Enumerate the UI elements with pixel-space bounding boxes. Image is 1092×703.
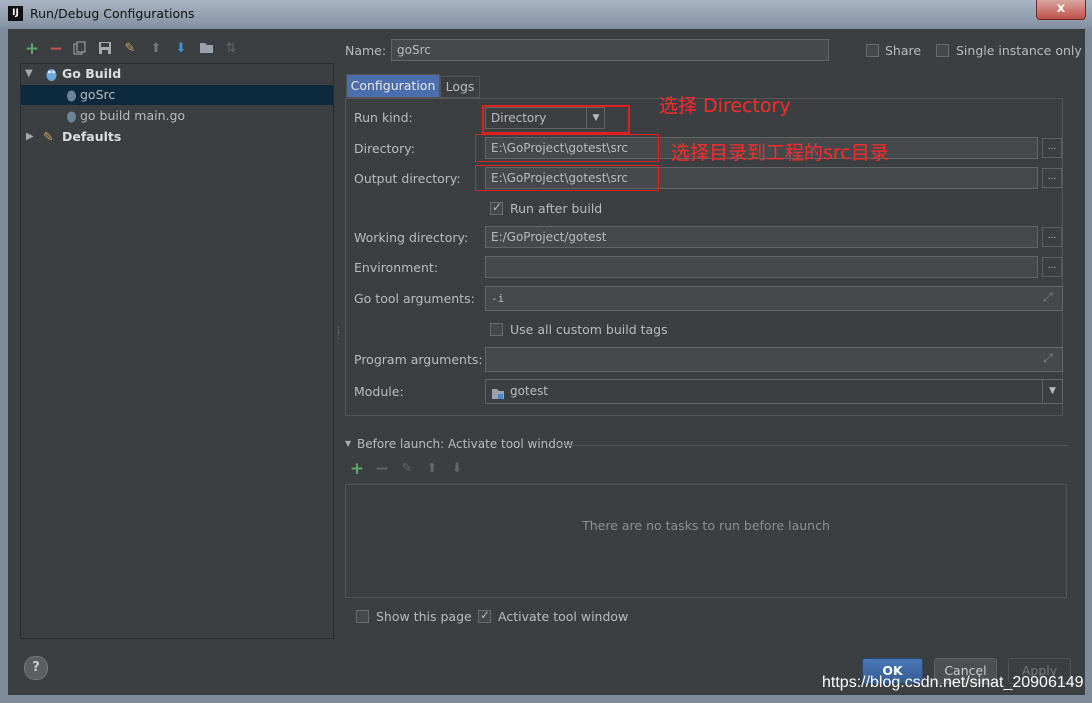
move-down-icon[interactable]: ⬇ [449,461,465,477]
add-icon[interactable]: + [349,461,365,478]
tree-label: go build main.go [80,108,186,123]
folder-icon[interactable] [198,41,214,57]
move-up-icon[interactable]: ⬆ [424,461,440,477]
program-arguments-input[interactable] [485,347,1063,372]
move-up-icon[interactable]: ⬆ [148,41,164,57]
splitter-handle[interactable]: ⋮ ⋮ [334,327,343,341]
window-title: Run/Debug Configurations [30,6,195,21]
name-label: Name: [345,43,387,58]
tree-label: Defaults [62,129,122,144]
program-arguments-label: Program arguments: [354,352,483,367]
tree-label: Go Build [62,66,122,81]
tree-label: goSrc [80,87,116,102]
add-icon[interactable]: + [24,41,40,58]
share-label: Share [885,43,922,58]
watermark: https://blog.csdn.net/sinat_20906149 [822,674,1084,691]
directory-label: Directory: [354,141,415,156]
run-after-build-checkbox[interactable] [490,200,503,215]
share-checkbox[interactable] [866,44,879,57]
wrench-icon[interactable]: ✎ [122,41,138,57]
chevron-down-icon[interactable]: ▼ [1042,380,1062,403]
module-value: gotest [510,384,549,398]
run-after-build-label: Run after build [510,201,603,216]
help-icon[interactable]: ? [24,656,48,680]
tree-node-go-build[interactable]: ▼ Go Build [21,64,333,84]
working-directory-label: Working directory: [354,230,469,245]
output-browse-button[interactable]: ... [1042,168,1062,188]
go-tool-arguments-input[interactable]: -i [485,286,1063,311]
gopher-icon [45,67,58,87]
module-select[interactable]: gotest ▼ [485,379,1063,404]
collapse-icon[interactable]: ▼ [345,439,351,448]
module-icon [491,385,505,408]
remove-icon[interactable]: − [48,41,64,58]
copy-icon[interactable] [72,41,88,57]
save-icon[interactable] [97,41,113,57]
annotation-box [482,105,630,134]
annotation-text: 选择目录到工程的src目录 [671,142,889,164]
move-down-icon[interactable]: ⬇ [173,41,189,57]
working-directory-input[interactable]: E:/GoProject/gotest [485,226,1038,248]
before-launch-title: Before launch: Activate tool window [357,437,574,451]
wrench-icon: ✎ [43,129,54,144]
edit-icon[interactable]: ✎ [399,461,415,477]
environment-browse-button[interactable]: ... [1042,257,1062,277]
name-input[interactable]: goSrc [391,39,829,61]
title-bar: IJ Run/Debug Configurations x [0,0,1092,28]
show-page-label: Show this page [376,609,472,624]
close-button[interactable]: x [1036,0,1086,20]
tree-item-gosrc[interactable]: goSrc [21,85,333,105]
working-browse-button[interactable]: ... [1042,227,1062,247]
activate-tool-window-checkbox[interactable] [478,608,491,623]
app-icon: IJ [8,6,23,21]
config-tree: ▼ Go Build goSrc go build main.go ▶ ✎ De… [20,63,334,639]
directory-browse-button[interactable]: ... [1042,138,1062,158]
before-launch-list: There are no tasks to run before launch [345,484,1067,598]
gopher-icon [66,88,77,108]
divider [556,445,1068,446]
sort-icon[interactable]: ⇅ [223,41,239,57]
window-frame: IJ Run/Debug Configurations x + − ✎ ⬆ ⬇ … [0,0,1092,703]
go-tool-arguments-label: Go tool arguments: [354,291,475,306]
activate-tool-window-label: Activate tool window [498,609,629,624]
expand-icon[interactable]: ⤢ [1043,290,1053,305]
module-label: Module: [354,384,404,399]
expand-icon[interactable]: ▶ [26,127,34,147]
annotation-box [475,134,659,162]
empty-list-text: There are no tasks to run before launch [582,518,830,533]
single-instance-checkbox[interactable] [936,44,949,57]
show-page-checkbox[interactable] [356,610,369,623]
annotation-box [475,165,659,191]
environment-label: Environment: [354,260,439,275]
gopher-icon [66,109,77,129]
tree-item-go-build-main[interactable]: go build main.go [21,106,333,126]
tree-node-defaults[interactable]: ▶ ✎ Defaults [21,127,333,147]
expand-icon[interactable]: ⤢ [1043,351,1053,366]
run-kind-label: Run kind: [354,110,413,125]
environment-input[interactable] [485,256,1038,278]
remove-icon[interactable]: − [374,461,390,478]
tab-configuration[interactable]: Configuration [346,74,440,98]
single-instance-label: Single instance only [956,43,1082,58]
annotation-text: 选择 Directory [659,95,791,117]
tab-logs[interactable]: Logs [440,76,480,98]
dialog-body: + − ✎ ⬆ ⬇ ⇅ ▼ Go Build goSrc go build ma… [8,29,1085,695]
output-directory-label: Output directory: [354,171,461,186]
custom-build-tags-checkbox[interactable] [490,323,503,336]
custom-build-tags-label: Use all custom build tags [510,322,668,337]
expand-icon[interactable]: ▼ [25,64,33,84]
